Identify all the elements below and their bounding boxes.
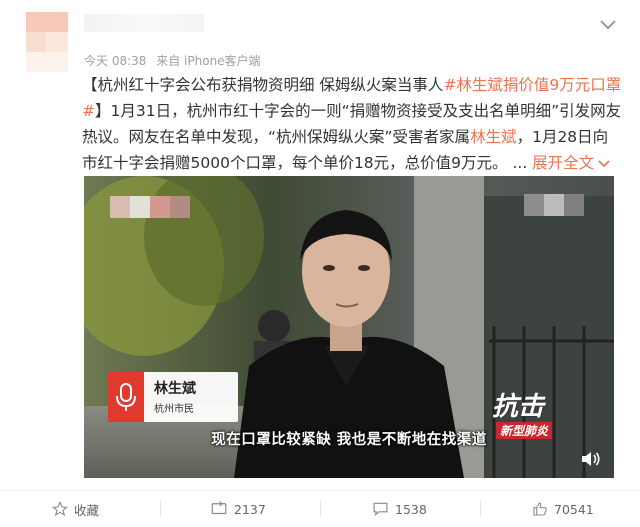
divider bbox=[320, 501, 321, 517]
username-blurred[interactable] bbox=[84, 14, 204, 32]
divider bbox=[480, 501, 481, 517]
favorite-label: 收藏 bbox=[74, 502, 100, 518]
post-text-open: 【杭州红十字会公布获捐物资明细 保姆纵火案当事人 bbox=[82, 76, 444, 94]
microphone-icon bbox=[116, 383, 136, 411]
repost-count: 2137 bbox=[234, 501, 266, 517]
thumbs-up-icon bbox=[533, 502, 547, 516]
favorite-button[interactable]: 收藏 bbox=[52, 491, 99, 527]
action-bar: 收藏 2137 1538 70541 bbox=[0, 490, 640, 527]
repost-icon bbox=[211, 501, 227, 515]
repost-button[interactable]: 2137 bbox=[210, 491, 266, 527]
speaker-name: 林生斌 bbox=[154, 381, 196, 397]
campaign-logo: 抗击 新型肺炎 bbox=[484, 386, 574, 446]
logo-title: 抗击 bbox=[492, 392, 545, 422]
expand-chevron-icon bbox=[598, 159, 610, 167]
chevron-down-icon[interactable] bbox=[596, 12, 620, 36]
logo-subtitle: 新型肺炎 bbox=[496, 422, 553, 439]
post-text: 【杭州红十字会公布获捐物资明细 保姆纵火案当事人#林生斌捐价值9万元口罩#】1月… bbox=[82, 72, 622, 176]
like-button[interactable]: 70541 bbox=[532, 491, 594, 527]
expand-label: 展开全文 bbox=[532, 154, 595, 172]
star-icon bbox=[52, 501, 68, 517]
post-source[interactable]: 来自 iPhone客户端 bbox=[156, 54, 260, 68]
post-time: 今天 08:38 bbox=[84, 54, 147, 68]
weibo-post: 今天 08:38 来自 iPhone客户端 【杭州红十字会公布获捐物资明细 保姆… bbox=[0, 0, 640, 526]
like-count: 70541 bbox=[554, 501, 594, 517]
comment-icon bbox=[373, 502, 388, 517]
divider bbox=[160, 501, 161, 517]
comment-button[interactable]: 1538 bbox=[372, 491, 427, 527]
speaker-caption: 林生斌 杭州市民 bbox=[108, 372, 238, 422]
video-player[interactable]: 林生斌 杭州市民 现在口罩比较紧缺 我也是不断地在找渠道 抗击 新型肺炎 bbox=[84, 176, 614, 478]
avatar[interactable] bbox=[26, 12, 68, 72]
speaker-role: 杭州市民 bbox=[154, 404, 194, 415]
mic-badge bbox=[108, 372, 144, 422]
post-meta: 今天 08:38 来自 iPhone客户端 bbox=[84, 52, 267, 69]
expand-full-text-link[interactable]: 展开全文 bbox=[532, 154, 610, 172]
mention-link[interactable]: 林生斌 bbox=[470, 128, 517, 146]
volume-icon[interactable] bbox=[580, 450, 602, 468]
comment-count: 1538 bbox=[395, 501, 427, 517]
